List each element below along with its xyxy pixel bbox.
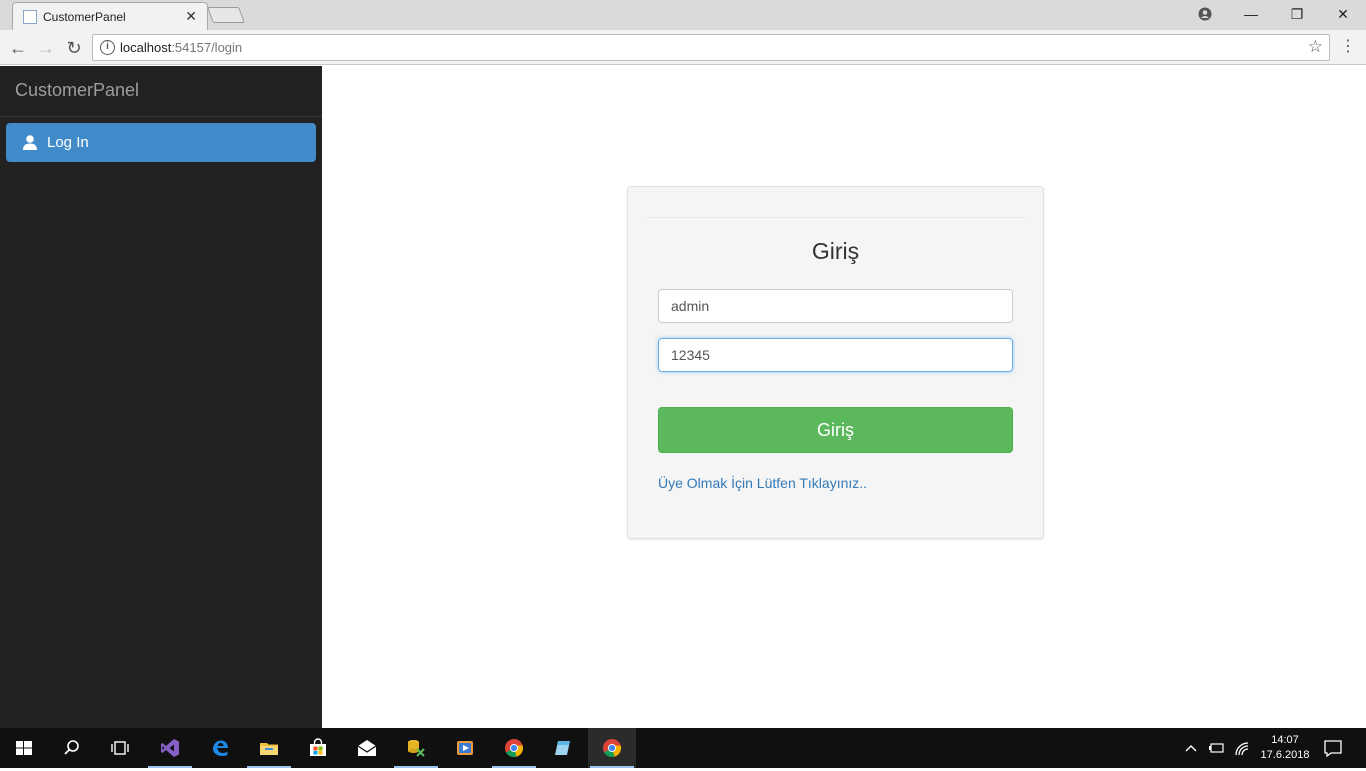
url-text: localhost:54157/login bbox=[120, 40, 243, 55]
password-input[interactable]: 12345 bbox=[658, 338, 1013, 372]
chrome-active-icon[interactable] bbox=[588, 728, 636, 768]
profile-icon[interactable] bbox=[1182, 0, 1228, 28]
store-icon[interactable] bbox=[294, 728, 342, 768]
browser-titlebar: CustomerPanel ✕ — ❐ ✕ bbox=[0, 0, 1366, 30]
login-card: Giriş admin 12345 Giriş Üye Olmak İçin L… bbox=[627, 186, 1044, 539]
tab-title: CustomerPanel bbox=[43, 10, 126, 24]
close-window-icon[interactable]: ✕ bbox=[1320, 0, 1366, 28]
browser-tab[interactable]: CustomerPanel ✕ bbox=[12, 2, 208, 30]
site-info-icon[interactable]: i bbox=[100, 40, 115, 55]
user-icon bbox=[23, 135, 37, 150]
clock-date: 17.6.2018 bbox=[1260, 749, 1310, 761]
app-icon[interactable] bbox=[539, 728, 587, 768]
sidebar-item-label: Log In bbox=[47, 134, 89, 151]
chrome-icon[interactable] bbox=[490, 728, 538, 768]
login-submit-button[interactable]: Giriş bbox=[658, 407, 1013, 453]
sql-server-icon[interactable] bbox=[392, 728, 440, 768]
back-arrow-icon[interactable]: ← bbox=[6, 36, 30, 60]
address-bar[interactable]: i localhost:54157/login ☆ bbox=[92, 34, 1330, 61]
system-clock[interactable]: 14:07 17.6.2018 bbox=[1259, 733, 1311, 763]
wifi-icon[interactable] bbox=[1233, 728, 1251, 768]
minimize-icon[interactable]: — bbox=[1228, 0, 1274, 28]
mail-icon[interactable] bbox=[343, 728, 391, 768]
start-icon[interactable] bbox=[0, 728, 48, 768]
register-link[interactable]: Üye Olmak İçin Lütfen Tıklayınız.. bbox=[658, 475, 867, 491]
battery-icon[interactable] bbox=[1208, 728, 1226, 768]
username-input[interactable]: admin bbox=[658, 289, 1013, 323]
login-title: Giriş bbox=[811, 238, 860, 264]
windows-taskbar: 14:07 17.6.2018 bbox=[0, 728, 1366, 768]
task-view-icon[interactable] bbox=[96, 728, 144, 768]
browser-menu-icon[interactable]: ⋮ bbox=[1340, 36, 1356, 56]
visual-studio-icon[interactable] bbox=[146, 728, 194, 768]
search-icon[interactable] bbox=[48, 728, 96, 768]
sidebar-divider bbox=[0, 116, 322, 117]
card-divider bbox=[646, 217, 1026, 218]
reload-icon[interactable]: ↻ bbox=[62, 36, 86, 60]
restore-icon[interactable]: ❐ bbox=[1274, 0, 1320, 28]
bookmark-star-icon[interactable]: ☆ bbox=[1308, 37, 1323, 57]
clock-time: 14:07 bbox=[1271, 734, 1299, 746]
sidebar: CustomerPanel Log In bbox=[0, 66, 322, 728]
notification-center-icon[interactable] bbox=[1322, 728, 1344, 768]
brand-title[interactable]: CustomerPanel bbox=[15, 80, 139, 101]
edge-icon[interactable] bbox=[196, 728, 244, 768]
browser-toolbar: ← → ↻ i localhost:54157/login ☆ ⋮ bbox=[0, 30, 1366, 65]
file-explorer-icon[interactable] bbox=[245, 728, 293, 768]
sidebar-item-log-in[interactable]: Log In bbox=[6, 123, 316, 162]
new-tab-button[interactable] bbox=[207, 7, 245, 23]
page-favicon-icon bbox=[23, 10, 37, 24]
media-player-icon[interactable] bbox=[441, 728, 489, 768]
forward-arrow-icon[interactable]: → bbox=[34, 36, 58, 60]
tab-close-icon[interactable]: ✕ bbox=[185, 8, 197, 25]
show-hidden-icons-icon[interactable] bbox=[1184, 728, 1202, 768]
